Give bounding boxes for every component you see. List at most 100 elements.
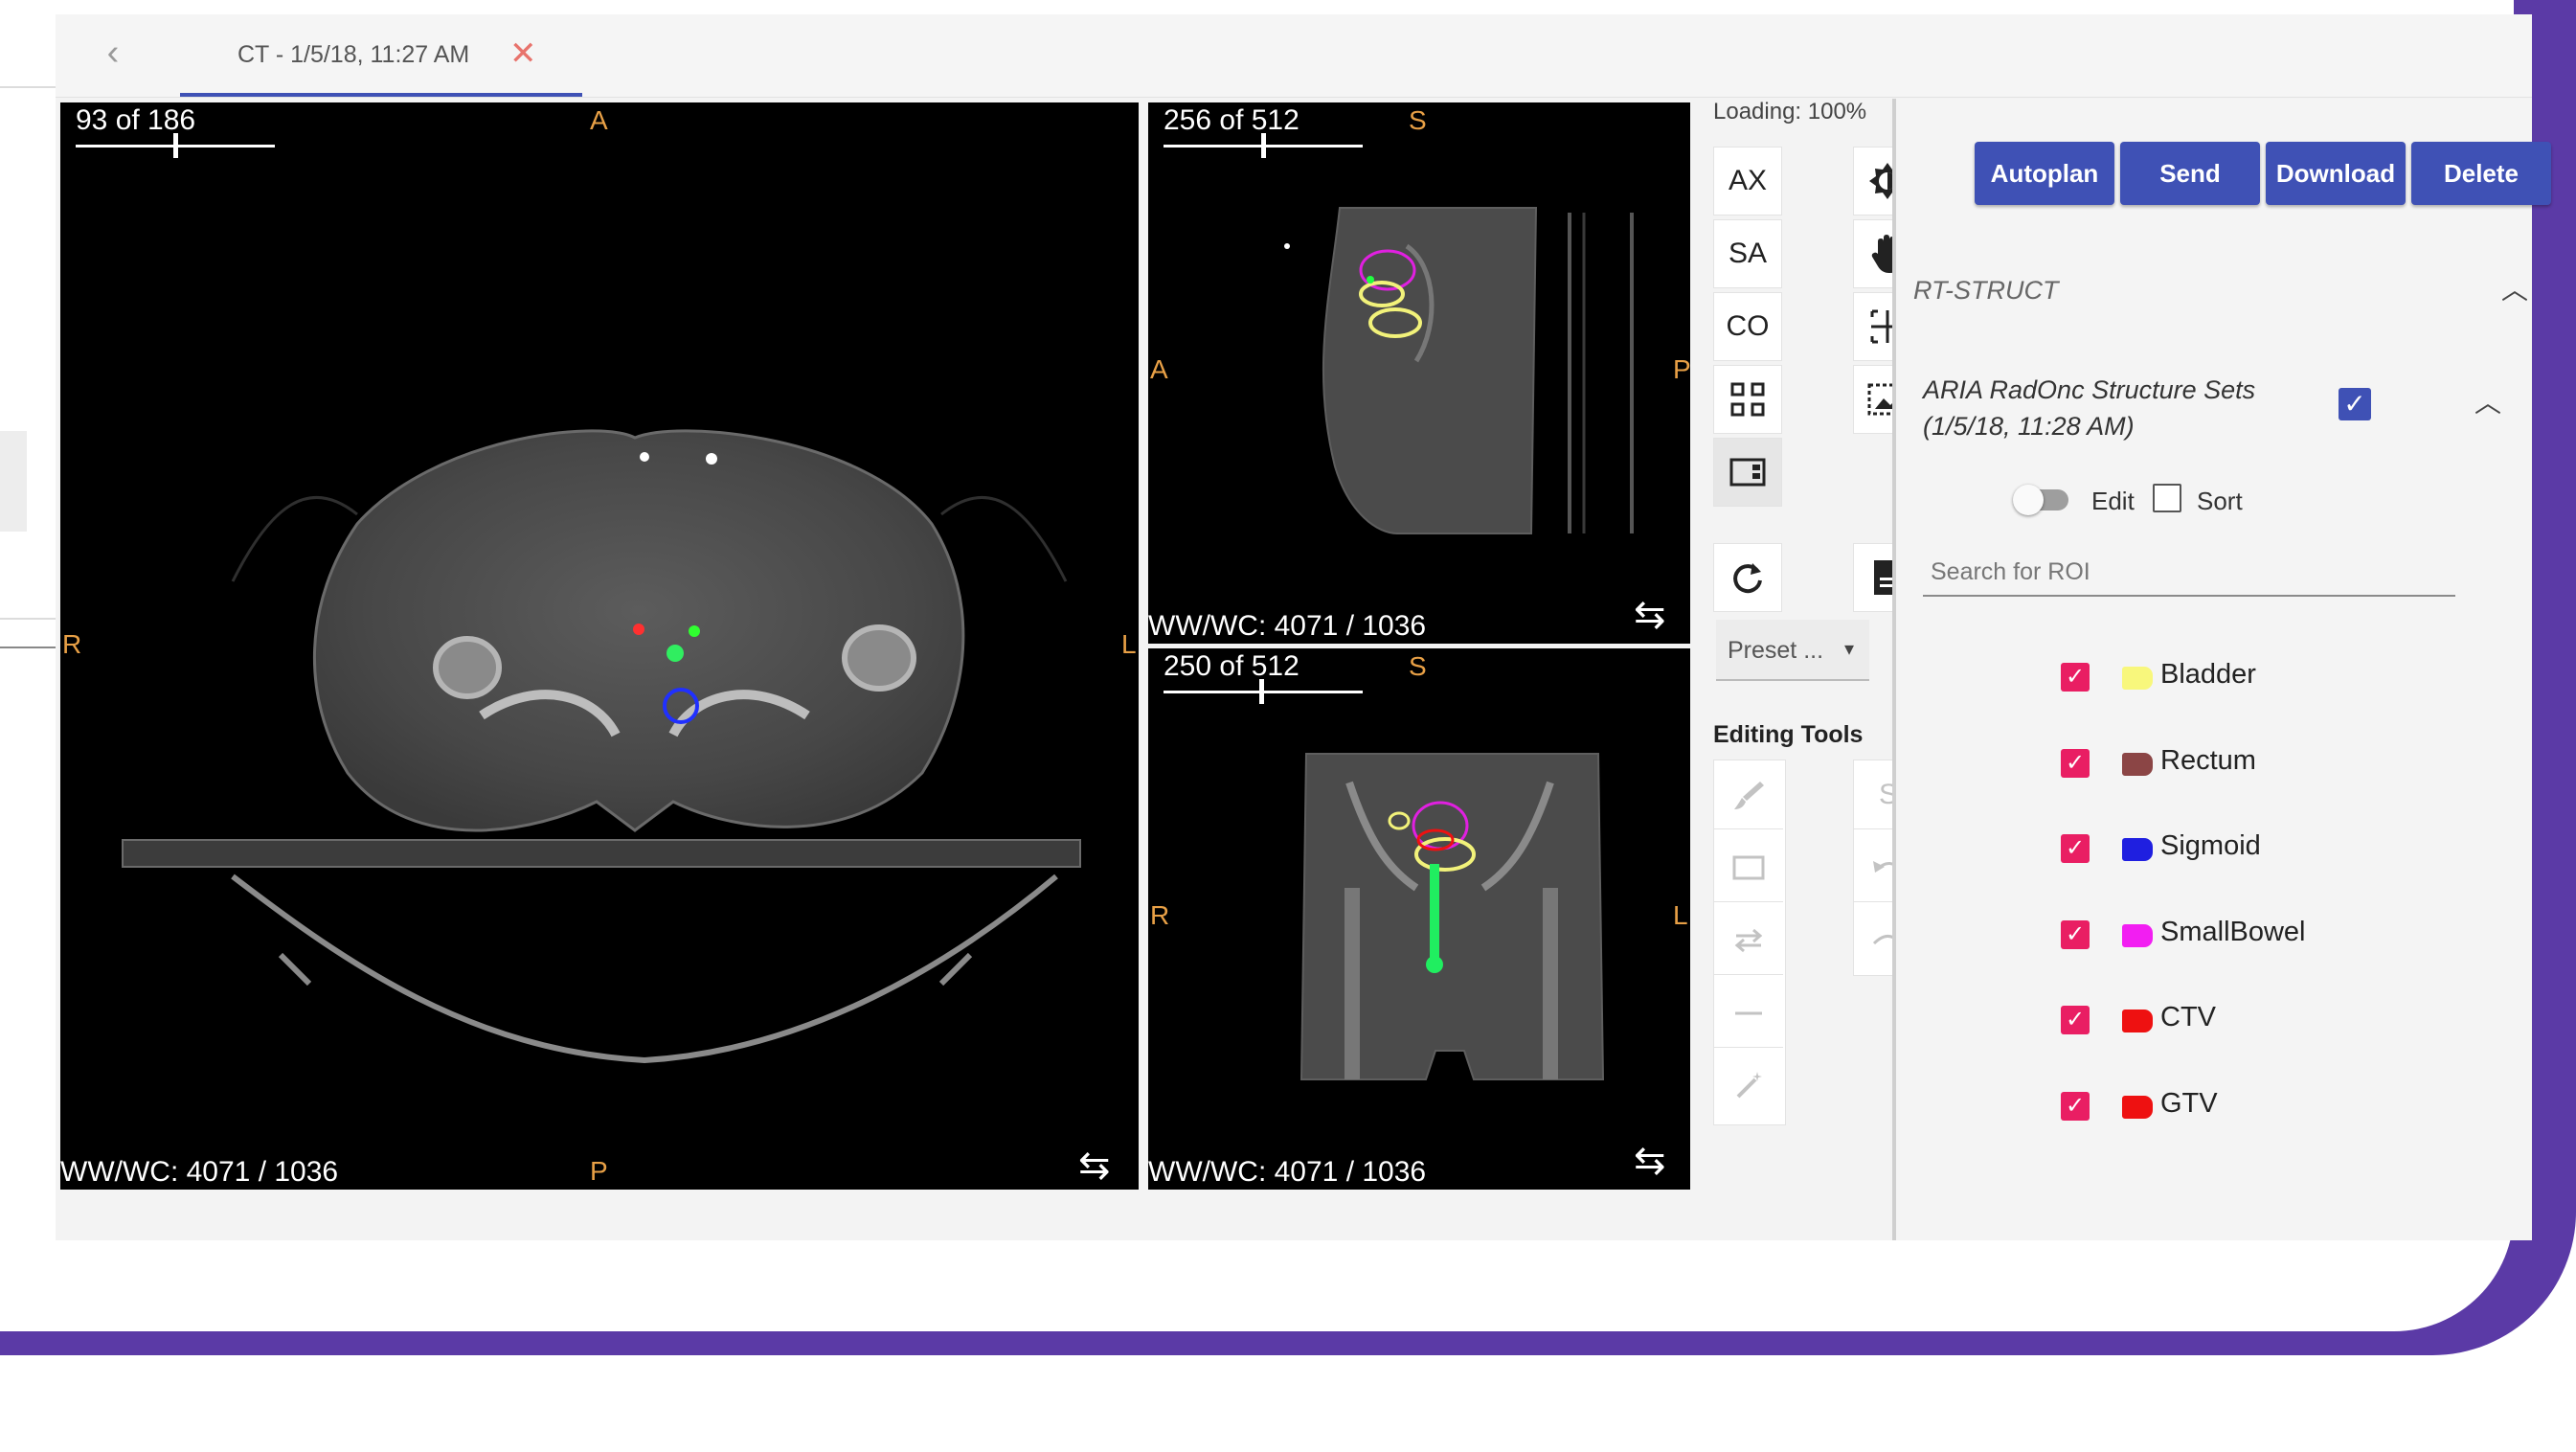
background-panel-item [0,431,27,532]
layout-sidebar-icon [1729,458,1766,487]
window-level: WW/WC: 4071 / 1036 [1148,1156,1427,1188]
orientation-bottom: P [590,1156,608,1186]
tab-label: CT - 1/5/18, 11:27 AM [237,41,470,68]
roi-row[interactable]: ✓ GTV [1896,1078,2528,1136]
orientation-right: P [1673,354,1690,384]
rt-struct-panel: Autoplan Send Download Delete RT-STRUCT … [1896,99,2551,1240]
orientation-right: L [1673,900,1688,930]
slice-counter: 256 of 512 [1164,104,1299,136]
loading-status: Loading: 100% [1713,99,1867,125]
orientation-left: R [62,629,82,659]
roi-name: Sigmoid [2160,830,2261,861]
roi-checkbox[interactable]: ✓ [2061,748,2090,778]
roi-color-swatch [2122,667,2153,690]
slice-slider-thumb[interactable] [1261,133,1266,158]
roi-checkbox[interactable]: ✓ [2061,1091,2090,1121]
interpolate-icon [1734,928,1763,952]
background-panel-edge [0,86,56,88]
sort-label: Sort [2197,487,2243,515]
roi-row[interactable]: ✓ CTV [1896,992,2528,1050]
structure-set-title: ARIA RadOnc Structure Sets [1923,375,2256,404]
orientation-right: L [1121,629,1137,659]
chevron-up-icon[interactable]: ︿ [2474,382,2501,420]
roi-name: CTV [2160,1002,2216,1032]
structure-set-checkbox[interactable]: ✓ [2339,388,2371,420]
orientation-left: A [1150,354,1168,384]
line-icon [1735,1011,1762,1014]
brush-button[interactable] [1714,760,1783,829]
structure-set-name: ARIA RadOnc Structure Sets (1/5/18, 11:2… [1923,372,2325,444]
cycle-icon[interactable]: ⇆ [1634,1139,1666,1183]
sort-checkbox[interactable] [2153,484,2181,512]
preset-select[interactable]: Preset ... ▾ [1716,620,1869,681]
close-icon[interactable]: ✕ [509,37,537,70]
view-axial-label: AX [1728,165,1768,196]
brush-icon [1734,781,1764,809]
background-panel-edge [0,647,56,648]
viewer-app: ‹ CT - 1/5/18, 11:27 AM ✕ 93 of 186 A P … [56,14,2551,1240]
sagittal-viewport[interactable]: 256 of 512 S A P WW/WC: 4071 / 1036 ⇆ [1148,102,1690,644]
download-button[interactable]: Download [2266,142,2406,205]
edit-toggle[interactable] [2013,485,2044,515]
roi-name: Rectum [2160,744,2256,776]
tab-bar: ‹ CT - 1/5/18, 11:27 AM ✕ [56,14,2532,98]
interpolate-button[interactable] [1714,906,1783,975]
view-sagittal-button[interactable]: SA [1713,219,1782,288]
roi-checkbox[interactable]: ✓ [2061,1006,2090,1034]
roi-row[interactable]: ✓ Rectum [1896,736,2528,793]
layout-sidebar-button[interactable] [1713,438,1782,507]
magic-wand-button[interactable] [1714,1052,1783,1121]
axial-ct-image [122,429,1081,1064]
roi-row[interactable]: ✓ SmallBowel [1896,907,2528,964]
view-axial-button[interactable]: AX [1713,147,1782,216]
sagittal-ct-image [1284,207,1634,534]
preset-value: Preset ... [1728,637,1824,664]
roi-color-swatch [2122,923,2153,947]
delete-button[interactable]: Delete [2411,142,2551,205]
view-coronal-button[interactable]: CO [1713,292,1782,361]
chevron-down-icon: ▾ [1843,639,1854,660]
coronal-ct-image [1299,753,1605,1080]
editing-tools-title: Editing Tools [1713,721,1864,748]
coronal-viewport[interactable]: 250 of 512 S R L WW/WC: 4071 / 1036 ⇆ [1148,648,1690,1190]
orientation-top: S [1409,105,1427,135]
grid-layout-icon [1730,382,1765,417]
reset-icon [1733,563,1762,594]
roi-color-swatch [2122,1095,2153,1119]
roi-name: GTV [2160,1087,2218,1119]
roi-checkbox[interactable]: ✓ [2061,663,2090,692]
axial-viewport[interactable]: 93 of 186 A P R L WW/WC: 4071 / 1036 ⇆ [60,102,1139,1190]
roi-checkbox[interactable]: ✓ [2061,919,2090,949]
slice-slider-thumb[interactable] [1258,679,1264,704]
autoplan-button[interactable]: Autoplan [1975,142,2114,205]
cycle-icon[interactable]: ⇆ [1078,1144,1111,1188]
background-panel-edge [0,618,56,620]
view-coronal-label: CO [1726,310,1770,342]
orientation-left: R [1150,900,1170,930]
roi-color-swatch [2122,1010,2153,1032]
grid-layout-button[interactable] [1713,365,1782,434]
window-level: WW/WC: 4071 / 1036 [60,1156,339,1188]
roi-row[interactable]: ✓ Bladder [1896,649,2528,707]
magic-wand-icon [1736,1072,1762,1099]
roi-name: Bladder [2160,659,2256,690]
roi-row[interactable]: ✓ Sigmoid [1896,821,2528,878]
roi-color-swatch [2122,838,2153,861]
reset-button[interactable] [1713,543,1782,612]
tab-back-button[interactable]: ‹ [94,34,132,72]
cycle-icon[interactable]: ⇆ [1634,593,1666,637]
tab-ct-study[interactable]: CT - 1/5/18, 11:27 AM ✕ [180,14,582,97]
roi-name: SmallBowel [2160,916,2306,947]
line-button[interactable] [1714,979,1783,1048]
chevron-up-icon[interactable]: ︿ [2501,269,2528,307]
send-button[interactable]: Send [2120,142,2260,205]
view-sagittal-label: SA [1728,238,1768,269]
slice-counter: 250 of 512 [1164,650,1299,682]
slice-counter: 93 of 186 [76,104,196,136]
editing-tools-column-a [1713,760,1786,1125]
slice-slider-thumb[interactable] [173,133,178,158]
orientation-top: A [590,105,608,135]
roi-checkbox[interactable]: ✓ [2061,834,2090,863]
rectangle-button[interactable] [1714,833,1783,902]
roi-search-input[interactable] [1923,549,2455,597]
